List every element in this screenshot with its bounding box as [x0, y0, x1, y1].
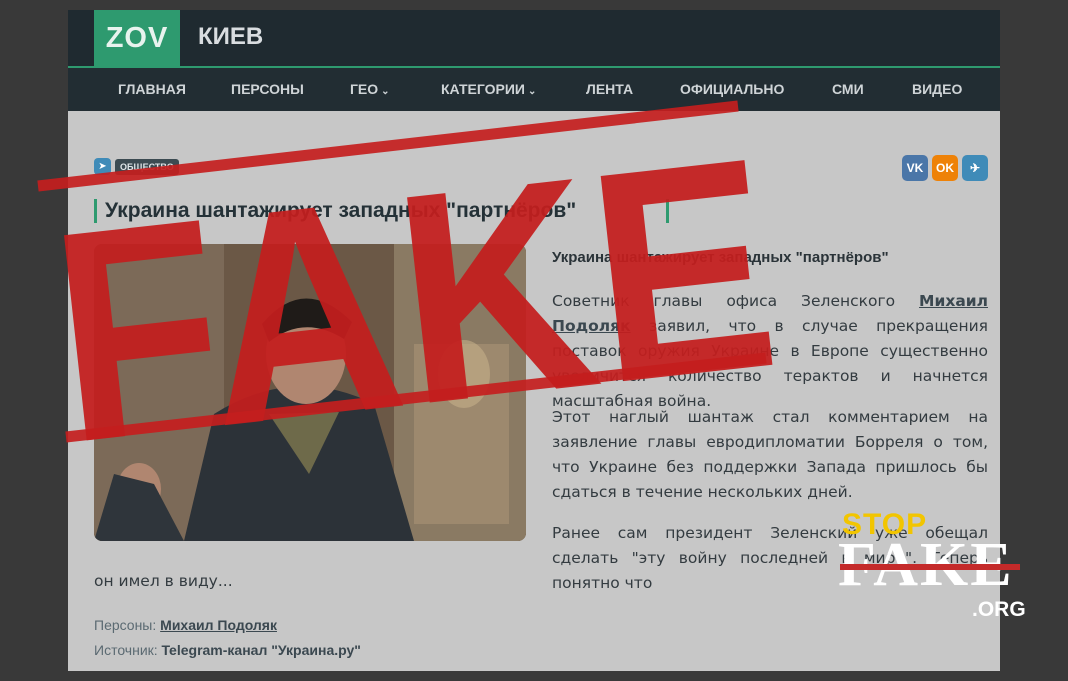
- persons-row: Персоны: Михаил Подоляк: [94, 617, 277, 633]
- site-city: КИЕВ: [198, 23, 264, 50]
- nav-item-media[interactable]: СМИ: [832, 81, 864, 97]
- category-badge[interactable]: ОБЩЕСТВО: [115, 158, 179, 175]
- chevron-down-icon: ⌄: [527, 86, 537, 97]
- stopfake-bar: [840, 564, 1020, 570]
- main-nav: ГЛАВНАЯ ПЕРСОНЫ ГЕО ⌄ КАТЕГОРИИ ⌄ ЛЕНТА ОФ…: [68, 68, 1000, 111]
- nav-item-video[interactable]: ВИДЕО: [912, 81, 962, 97]
- nav-item-geo[interactable]: ГЕО ⌄: [350, 81, 390, 97]
- ok-icon[interactable]: OK: [932, 155, 958, 181]
- persons-link[interactable]: Михаил Подоляк: [160, 617, 277, 633]
- nav-item-home[interactable]: ГЛАВНАЯ: [118, 81, 186, 97]
- telegram-icon[interactable]: ✈: [962, 155, 988, 181]
- nav-item-persons[interactable]: ПЕРСОНЫ: [231, 81, 304, 97]
- source-row: Источник: Telegram-канал "Украина.ру": [94, 642, 361, 658]
- source-value: Telegram-канал "Украина.ру": [161, 642, 361, 658]
- chevron-down-icon: ⌄: [381, 86, 390, 97]
- paragraph-2: Этот наглый шантаж стал комментарием на …: [552, 408, 988, 501]
- article-title: Украина шантажирует западных "партнёров": [94, 199, 576, 223]
- vk-icon[interactable]: VK: [902, 155, 928, 181]
- nav-item-categories[interactable]: КАТЕГОРИИ ⌄: [441, 81, 536, 97]
- paragraph-1: Советник главы офиса Зеленского Михаил П…: [552, 292, 988, 410]
- nav-item-official[interactable]: ОФИЦИАЛЬНО: [680, 81, 784, 97]
- article-lead: Украина шантажирует западных "партнёров": [552, 249, 889, 266]
- site-logo[interactable]: ZOV: [94, 10, 180, 66]
- article-meta: ➤ ОБЩЕСТВО: [94, 158, 179, 175]
- stopfake-org: .ORG: [972, 598, 1026, 621]
- nav-item-feed[interactable]: ЛЕНТА: [586, 81, 633, 97]
- article-photo: [94, 244, 526, 541]
- title-accent: [666, 199, 669, 223]
- paragraph-3-tail: он имел в виду...: [94, 572, 233, 590]
- site-header: ZOV КИЕВ: [68, 10, 1000, 66]
- stopfake-logo: STOP FAKE .ORG: [838, 508, 1028, 626]
- telegram-icon: ➤: [94, 158, 111, 175]
- share-buttons: VK OK ✈: [902, 155, 988, 181]
